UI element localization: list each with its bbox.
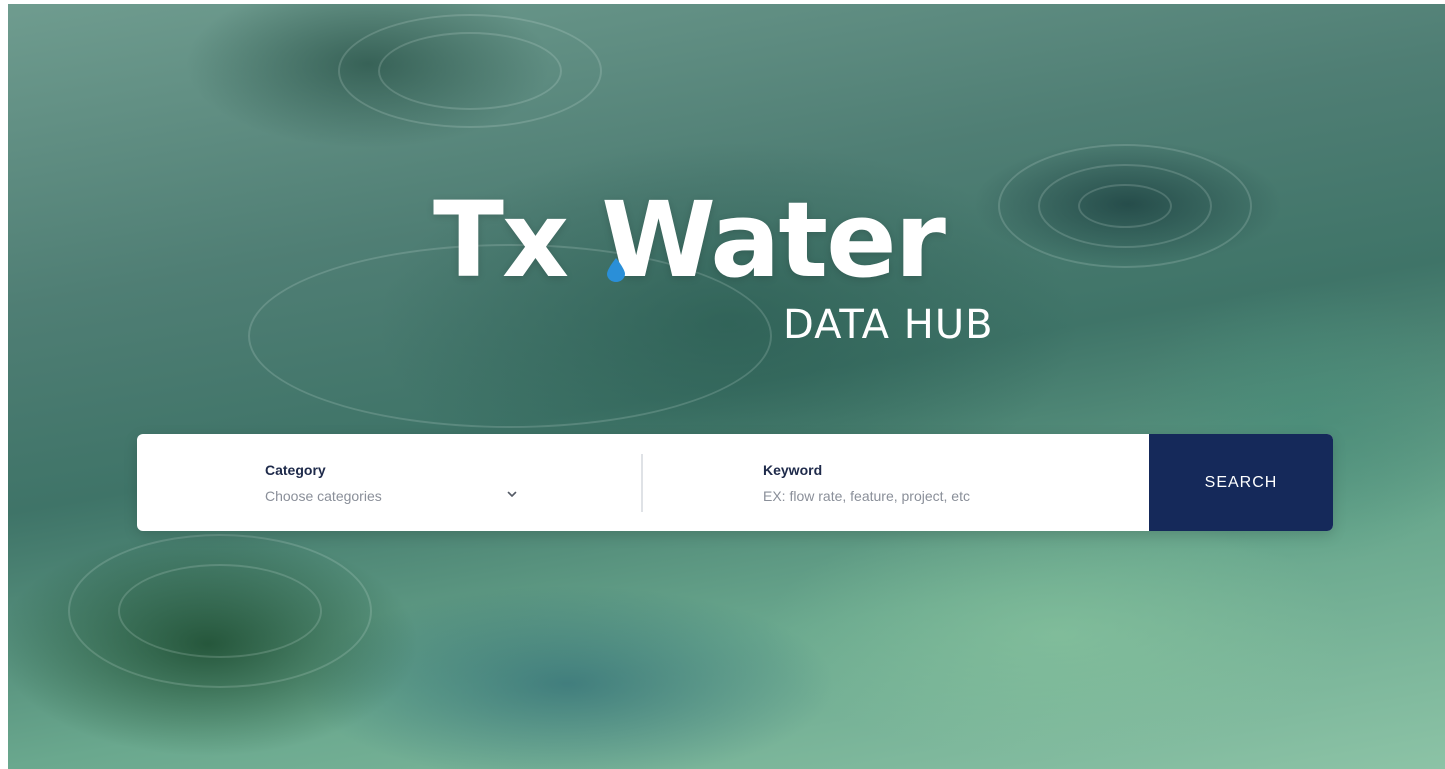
- keyword-label: Keyword: [763, 462, 823, 478]
- hero-background: Tx Water DATA HUB: [8, 4, 1445, 769]
- search-button[interactable]: SEARCH: [1149, 434, 1333, 531]
- ripple-decoration: [1078, 184, 1172, 228]
- water-drop-icon: [607, 258, 625, 282]
- keyword-input[interactable]: [763, 485, 1123, 507]
- chevron-down-icon[interactable]: [507, 489, 517, 499]
- ripple-decoration: [118, 564, 322, 658]
- logo: Tx Water DATA HUB: [433, 184, 1033, 354]
- category-dropdown[interactable]: Category Choose categories: [137, 434, 641, 531]
- logo-subtitle: DATA HUB: [783, 302, 994, 348]
- ripple-decoration: [378, 32, 562, 110]
- category-value: Choose categories: [265, 488, 382, 504]
- logo-brand: Tx Water: [433, 179, 946, 301]
- search-bar: Category Choose categories Keyword SEARC…: [137, 434, 1333, 531]
- category-label: Category: [265, 462, 326, 478]
- keyword-field: Keyword: [643, 434, 1149, 531]
